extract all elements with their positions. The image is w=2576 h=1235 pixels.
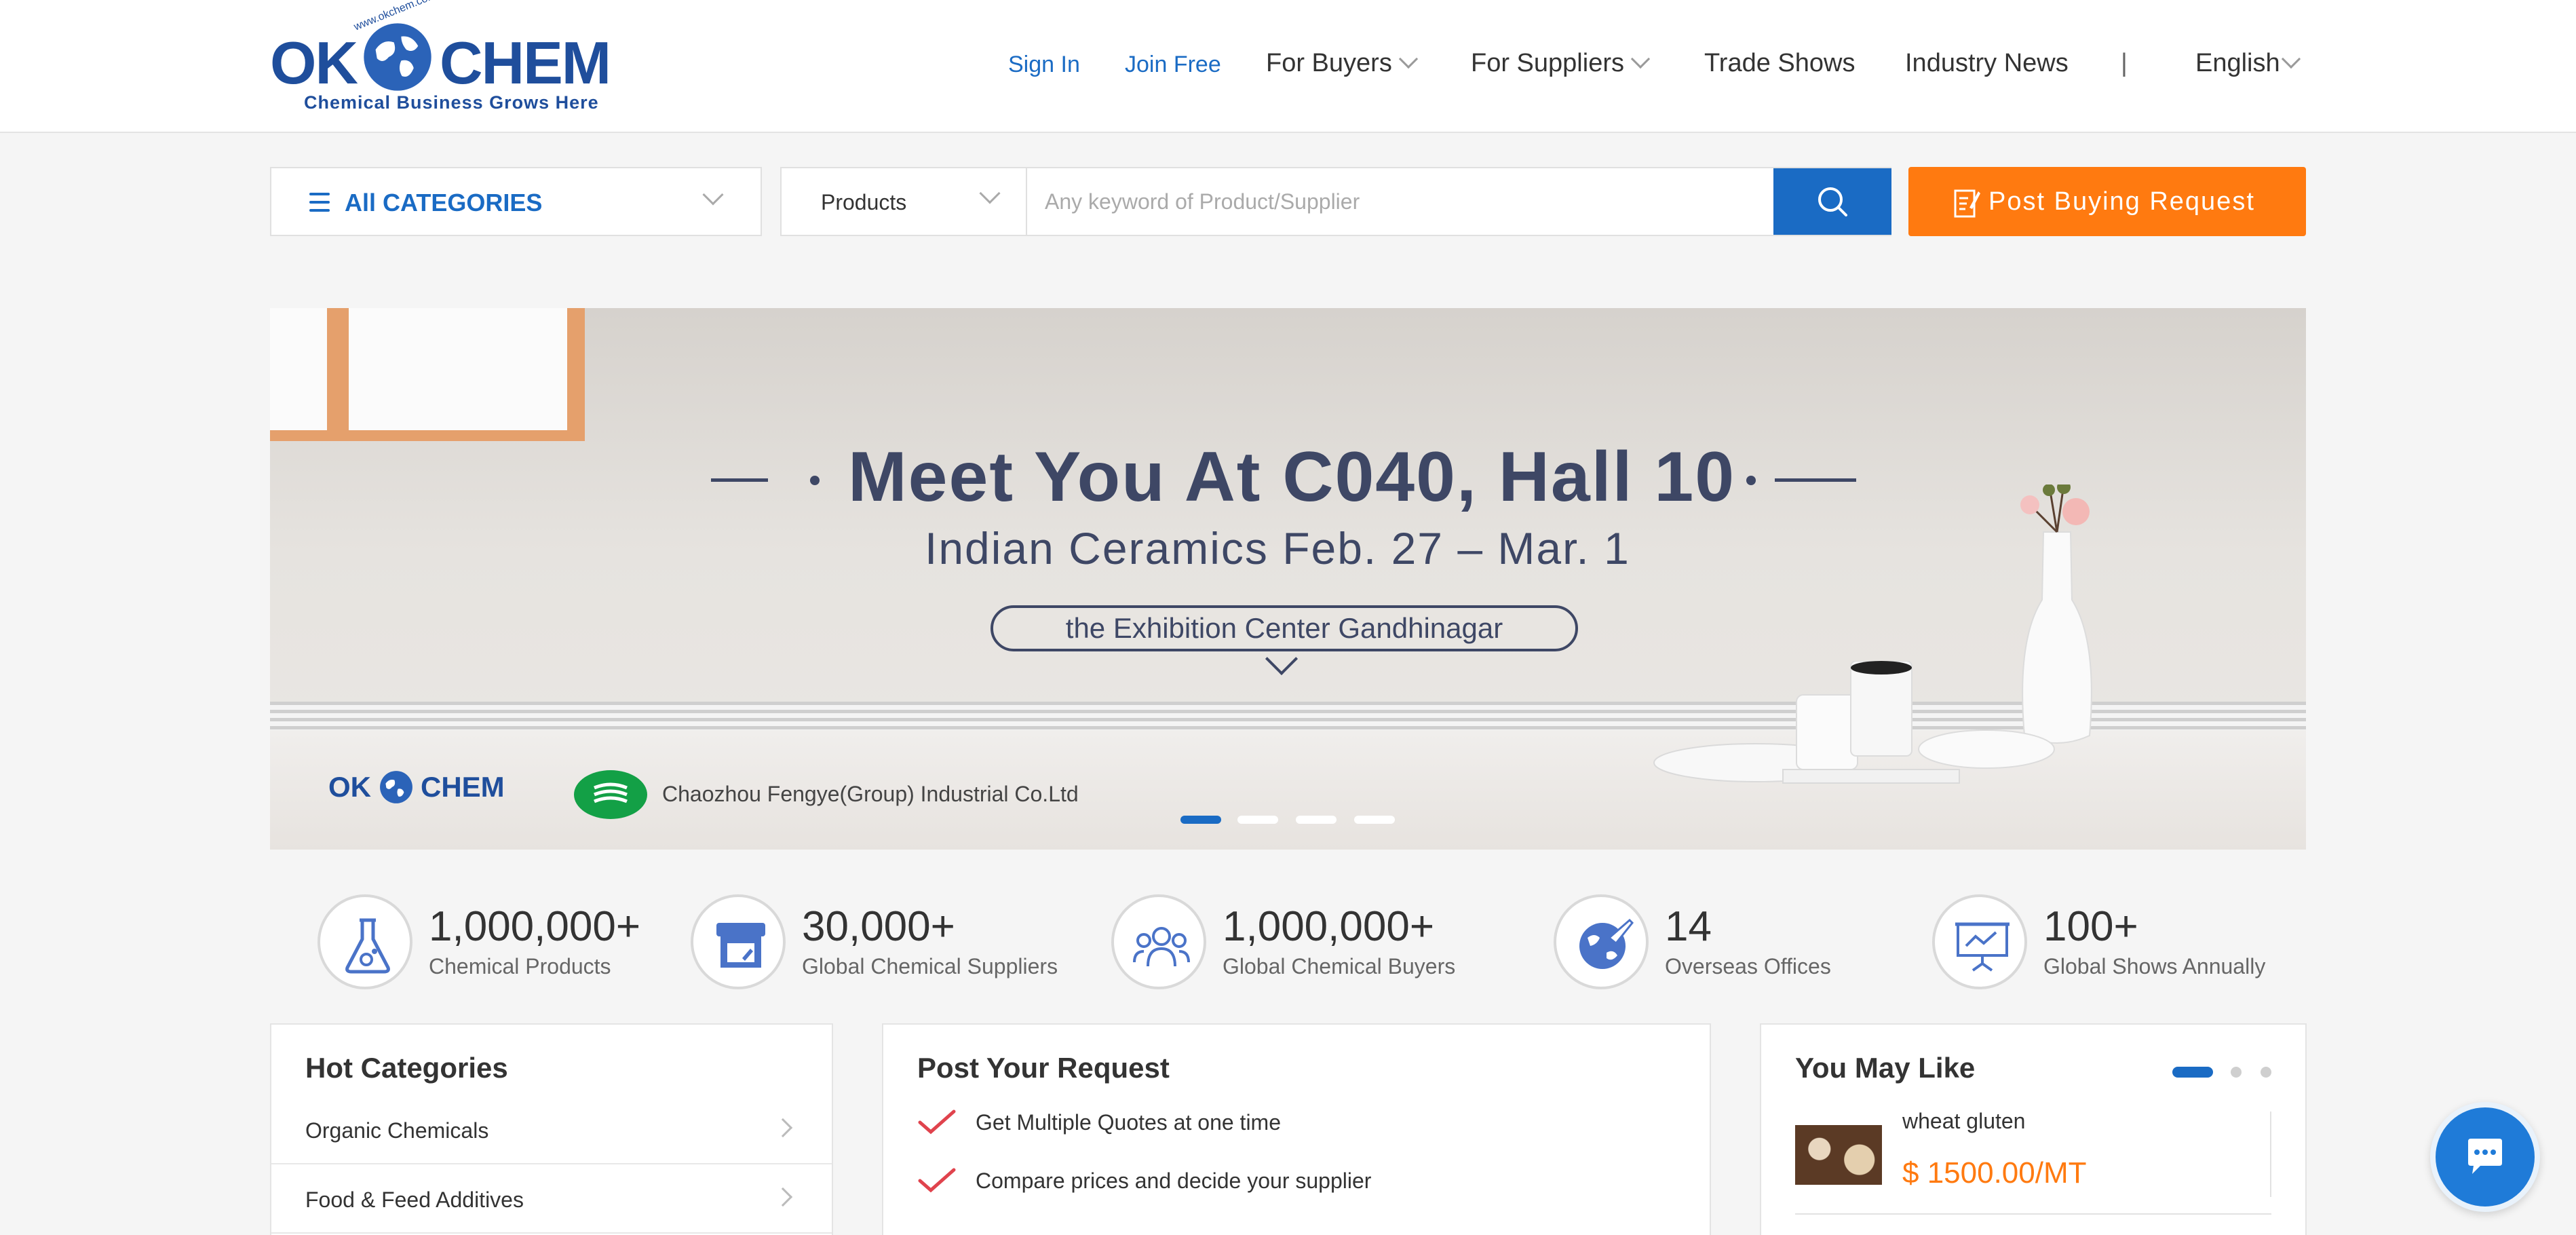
chevron-right-icon bbox=[773, 1187, 793, 1207]
hero-banner[interactable]: Meet You At C040, Hall 10 Indian Ceramic… bbox=[270, 308, 2306, 850]
stat-value: 1,000,000+ bbox=[1223, 903, 1435, 950]
join-free-link[interactable]: Join Free bbox=[1125, 52, 1221, 78]
post-buying-request-label: Post Buying Request bbox=[1988, 187, 2255, 216]
post-request-title: Post Your Request bbox=[917, 1052, 1170, 1084]
chevron-down-icon bbox=[702, 184, 724, 206]
carousel-dot-2[interactable] bbox=[1237, 816, 1278, 824]
store-icon bbox=[691, 894, 786, 989]
logo-text-ok: OK bbox=[270, 29, 358, 96]
divider bbox=[2270, 1112, 2271, 1197]
chat-button[interactable] bbox=[2430, 1102, 2540, 1212]
for-buyers-menu[interactable]: For Buyers bbox=[1266, 49, 1418, 78]
you-may-like-title: You May Like bbox=[1795, 1052, 1976, 1084]
cups-decoration bbox=[1653, 661, 2055, 784]
language-label: English bbox=[2195, 49, 2280, 77]
stat-label: Chemical Products bbox=[429, 954, 611, 978]
category-row-organic-chemicals[interactable]: Organic Chemicals bbox=[271, 1095, 832, 1164]
all-categories-label: All CATEGORIES bbox=[345, 189, 543, 216]
request-benefit-text: Compare prices and decide your supplier bbox=[976, 1168, 1372, 1193]
carousel-dot-1[interactable] bbox=[1180, 816, 1221, 824]
chat-bubble-icon bbox=[2468, 1139, 2502, 1174]
globe-icon bbox=[380, 771, 412, 803]
logo-text-chem: CHEM bbox=[440, 29, 611, 96]
stat-value: 100+ bbox=[2043, 903, 2138, 950]
hot-categories-title: Hot Categories bbox=[305, 1052, 508, 1084]
for-suppliers-menu[interactable]: For Suppliers bbox=[1471, 49, 1651, 78]
checkmark-icon bbox=[918, 1109, 956, 1135]
stat-value: 1,000,000+ bbox=[429, 903, 641, 950]
stat-label: Global Chemical Suppliers bbox=[802, 954, 1058, 978]
all-categories-dropdown[interactable]: All CATEGORIES bbox=[270, 167, 762, 236]
stat-label: Overseas Offices bbox=[1665, 954, 1831, 978]
company-logo-icon bbox=[574, 770, 647, 819]
title-decor-dot-right bbox=[1746, 476, 1756, 485]
nav-separator: | bbox=[2121, 49, 2128, 77]
carousel-dot-3[interactable] bbox=[1296, 816, 1337, 824]
hot-categories-card: Hot Categories Organic Chemicals Food & … bbox=[270, 1023, 833, 1235]
chevron-down-icon bbox=[1630, 49, 1651, 69]
category-label: Organic Chemicals bbox=[305, 1118, 489, 1143]
search-input[interactable] bbox=[1029, 168, 1773, 235]
menu-icon bbox=[309, 193, 330, 213]
search-button[interactable] bbox=[1773, 168, 1891, 235]
banner-logo-ok: OK bbox=[328, 771, 371, 803]
presentation-icon bbox=[1932, 894, 2027, 989]
edit-document-icon bbox=[1954, 189, 1980, 218]
trade-shows-link[interactable]: Trade Shows bbox=[1704, 49, 1855, 78]
request-benefit-text: Get Multiple Quotes at one time bbox=[976, 1110, 1281, 1135]
chevron-down-icon bbox=[979, 183, 1001, 204]
category-label: Food & Feed Additives bbox=[305, 1188, 524, 1212]
pager-dot-2[interactable] bbox=[2231, 1067, 2242, 1078]
chevron-down-icon bbox=[2281, 49, 2301, 69]
banner-logo-chem: CHEM bbox=[421, 771, 505, 803]
top-header: www.okchem.com OK CHEM Chemical Business… bbox=[0, 0, 2576, 133]
stat-label: Global Shows Annually bbox=[2043, 954, 2266, 978]
title-decor-line-right bbox=[1775, 478, 1856, 482]
product-name[interactable]: wheat gluten bbox=[1902, 1109, 2025, 1134]
stat-label: Global Chemical Buyers bbox=[1223, 954, 1456, 978]
banner-venue: the Exhibition Center Gandhinagar bbox=[1065, 612, 1503, 644]
you-may-like-card: You May Like wheat gluten $ 1500.00/MT bbox=[1760, 1023, 2307, 1235]
search-type-select[interactable]: Products bbox=[782, 168, 1027, 235]
search-type-label: Products bbox=[821, 190, 907, 214]
category-row-food-feed-additives[interactable]: Food & Feed Additives bbox=[271, 1164, 832, 1234]
language-selector[interactable]: English bbox=[2195, 49, 2301, 78]
search-icon bbox=[1818, 187, 1847, 216]
plane-globe-icon bbox=[1554, 894, 1649, 989]
carousel-dot-4[interactable] bbox=[1354, 816, 1395, 824]
for-buyers-label: For Buyers bbox=[1266, 49, 1392, 77]
post-buying-request-button[interactable]: Post Buying Request bbox=[1908, 167, 2306, 236]
flask-icon bbox=[318, 894, 412, 989]
stat-value: 30,000+ bbox=[802, 903, 955, 950]
product-thumbnail[interactable] bbox=[1795, 1125, 1882, 1185]
title-decor-dot-left bbox=[810, 476, 820, 485]
window-decoration bbox=[270, 308, 585, 441]
chevron-down-icon bbox=[1398, 49, 1418, 69]
okchem-logo[interactable]: www.okchem.com OK CHEM Chemical Business… bbox=[270, 0, 611, 118]
banner-title: Meet You At C040, Hall 10 bbox=[848, 438, 1736, 516]
sign-in-link[interactable]: Sign In bbox=[1008, 52, 1080, 78]
stat-value: 14 bbox=[1665, 903, 1712, 950]
buyers-icon bbox=[1111, 894, 1206, 989]
divider bbox=[1795, 1213, 2271, 1215]
search-bar: Products bbox=[780, 167, 1891, 236]
pager-dot-3[interactable] bbox=[2261, 1067, 2271, 1078]
industry-news-link[interactable]: Industry News bbox=[1905, 49, 2069, 78]
banner-subtitle: Indian Ceramics Feb. 27 – Mar. 1 bbox=[925, 523, 1630, 573]
product-price: $ 1500.00/MT bbox=[1902, 1156, 2087, 1190]
post-request-card: Post Your Request Get Multiple Quotes at… bbox=[882, 1023, 1711, 1235]
checkmark-icon bbox=[918, 1168, 956, 1193]
pager-dot-1[interactable] bbox=[2172, 1067, 2213, 1078]
banner-company-name: Chaozhou Fengye(Group) Industrial Co.Ltd bbox=[662, 782, 1079, 806]
chevron-right-icon bbox=[773, 1118, 793, 1138]
for-suppliers-label: For Suppliers bbox=[1471, 49, 1624, 77]
globe-icon bbox=[364, 23, 431, 91]
title-decor-line-left bbox=[711, 478, 768, 482]
logo-tagline: Chemical Business Grows Here bbox=[304, 92, 599, 113]
venue-bubble: the Exhibition Center Gandhinagar bbox=[991, 605, 1578, 651]
